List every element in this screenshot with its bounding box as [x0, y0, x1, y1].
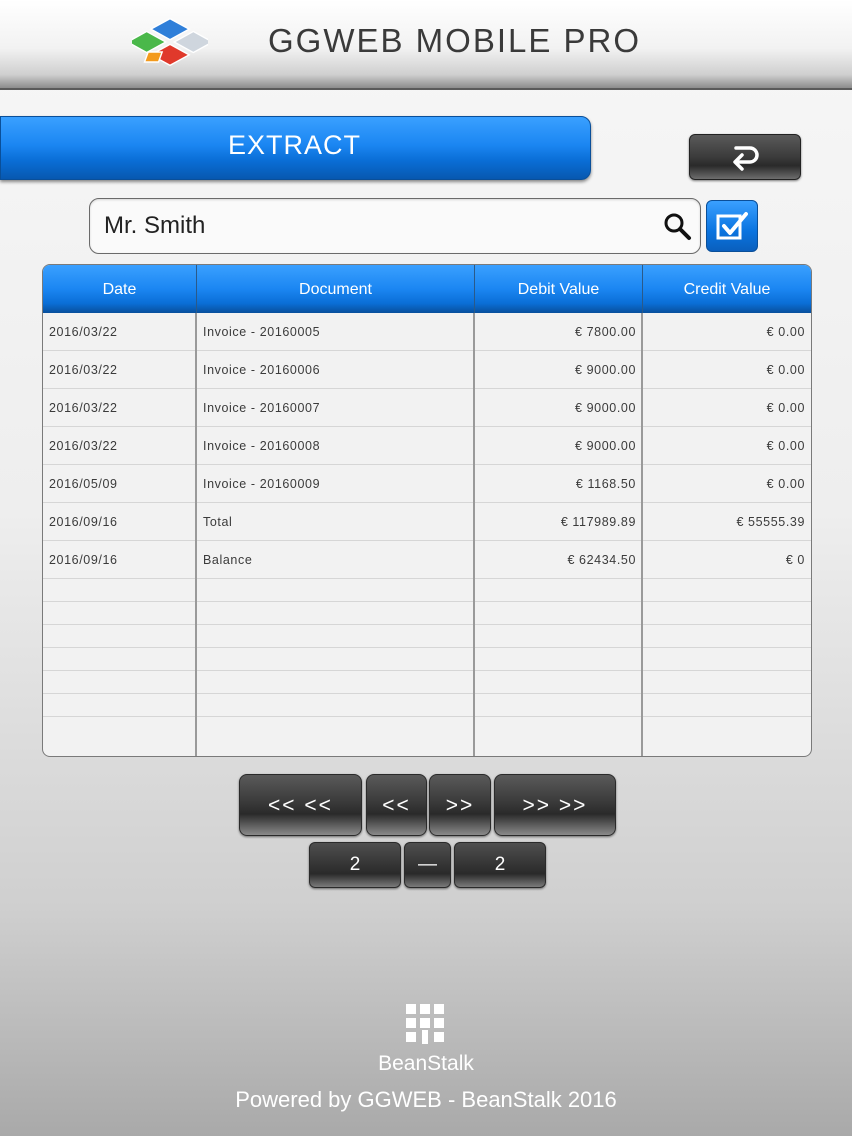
- cell-debit: € 1168.50: [575, 476, 636, 491]
- empty-row: [43, 717, 811, 739]
- table-row-balance[interactable]: 2016/09/16 Balance € 62434.50 € 0: [43, 541, 811, 579]
- cell-document: Balance: [203, 552, 253, 567]
- table-row[interactable]: 2016/03/22 Invoice - 20160008 € 9000.00 …: [43, 427, 811, 465]
- cell-debit: € 7800.00: [574, 324, 636, 339]
- cell-date: 2016/03/22: [49, 400, 118, 415]
- empty-row: [43, 625, 811, 648]
- current-page-indicator: 2: [309, 842, 401, 888]
- powered-by-text: Powered by GGWEB - BeanStalk 2016: [235, 1087, 617, 1112]
- cell-credit: € 0.00: [766, 324, 805, 339]
- cell-credit: € 0: [785, 552, 805, 567]
- app-header: GGWEB MOBILE PRO: [0, 0, 852, 90]
- cell-document: Invoice - 20160007: [203, 400, 321, 415]
- brand-name: BeanStalk: [378, 1052, 474, 1075]
- cell-date: 2016/05/09: [49, 476, 118, 491]
- beanstalk-logo-icon: [406, 1004, 444, 1044]
- search-icon[interactable]: [662, 211, 692, 241]
- app-title: GGWEB MOBILE PRO: [268, 22, 642, 59]
- cell-date: 2016/03/22: [49, 438, 118, 453]
- page-separator: —: [404, 842, 451, 888]
- cell-debit: € 9000.00: [574, 400, 636, 415]
- cell-debit: € 117989.89: [560, 514, 636, 529]
- select-checkbox-button[interactable]: [706, 200, 758, 252]
- empty-row: [43, 671, 811, 694]
- cell-credit: € 0.00: [766, 362, 805, 377]
- extract-table: Date Document Debit Value Credit Value 2…: [42, 264, 812, 757]
- column-divider: [473, 313, 475, 756]
- column-header-debit[interactable]: Debit Value: [475, 265, 643, 313]
- previous-page-button[interactable]: <<: [366, 774, 427, 836]
- column-header-credit[interactable]: Credit Value: [643, 265, 811, 313]
- table-row[interactable]: 2016/03/22 Invoice - 20160007 € 9000.00 …: [43, 389, 811, 427]
- column-divider: [195, 313, 197, 756]
- cell-document: Invoice - 20160008: [203, 438, 321, 453]
- empty-row: [43, 648, 811, 671]
- cell-date: 2016/09/16: [49, 514, 118, 529]
- first-page-button[interactable]: << <<: [239, 774, 362, 836]
- return-arrow-icon: [733, 146, 759, 171]
- search-input[interactable]: [102, 207, 646, 245]
- empty-row: [43, 694, 811, 717]
- cell-document: Invoice - 20160006: [203, 362, 321, 377]
- table-row[interactable]: 2016/05/09 Invoice - 20160009 € 1168.50 …: [43, 465, 811, 503]
- cell-document: Invoice - 20160005: [203, 324, 321, 339]
- cell-debit: € 9000.00: [574, 438, 636, 453]
- table-header: Date Document Debit Value Credit Value: [43, 265, 811, 313]
- next-page-button[interactable]: >>: [429, 774, 491, 836]
- cell-credit: € 0.00: [766, 400, 805, 415]
- last-page-button[interactable]: >> >>: [494, 774, 616, 836]
- column-header-document[interactable]: Document: [197, 265, 475, 313]
- page-title: EXTRACT: [227, 130, 361, 160]
- column-header-date[interactable]: Date: [43, 265, 197, 313]
- cell-document: Total: [203, 514, 233, 529]
- cell-debit: € 9000.00: [574, 362, 636, 377]
- back-button[interactable]: [689, 134, 801, 180]
- cell-credit: € 0.00: [766, 476, 805, 491]
- checkbox-checked-icon: [716, 212, 748, 240]
- empty-row: [43, 579, 811, 602]
- cell-date: 2016/09/16: [49, 552, 118, 567]
- total-pages-indicator: 2: [454, 842, 546, 888]
- table-row[interactable]: 2016/03/22 Invoice - 20160006 € 9000.00 …: [43, 351, 811, 389]
- cell-document: Invoice - 20160009: [203, 476, 321, 491]
- empty-row: [43, 602, 811, 625]
- search-field[interactable]: [89, 198, 701, 254]
- table-row[interactable]: 2016/03/22 Invoice - 20160005 € 7800.00 …: [43, 313, 811, 351]
- cell-date: 2016/03/22: [49, 362, 118, 377]
- ggweb-logo-icon: [132, 17, 208, 67]
- cell-date: 2016/03/22: [49, 324, 118, 339]
- column-divider: [641, 313, 643, 756]
- cell-credit: € 55555.39: [736, 514, 805, 529]
- cell-debit: € 62434.50: [567, 552, 636, 567]
- table-row-total[interactable]: 2016/09/16 Total € 117989.89 € 55555.39: [43, 503, 811, 541]
- cell-credit: € 0.00: [766, 438, 805, 453]
